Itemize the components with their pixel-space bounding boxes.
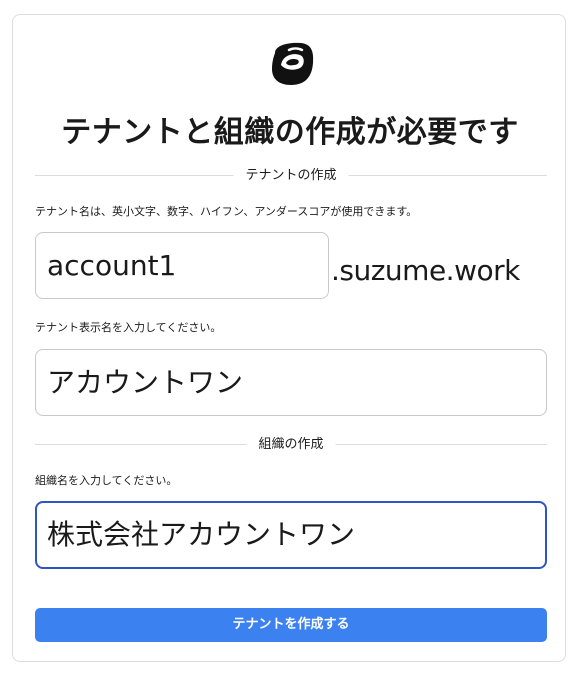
org-name-input[interactable]: 株式会社アカウントワン — [35, 501, 547, 569]
tenant-section-heading: テナントの作成 — [233, 165, 349, 187]
tenant-display-name-input[interactable]: アカウントワン — [35, 349, 547, 416]
org-section-heading: 組織の作成 — [246, 434, 336, 456]
setup-card: テナントと組織の作成が必要です テナントの作成 テナント名は、英小文字、数字、ハ… — [12, 14, 566, 662]
suzume-logo-icon — [272, 42, 314, 85]
org-section-divider: 組織の作成 — [35, 434, 547, 456]
page-title: テナントと組織の作成が必要です — [61, 115, 519, 150]
tenant-section-divider: テナントの作成 — [35, 165, 547, 187]
tenant-name-hint: テナント名は、英小文字、数字、ハイフン、アンダースコアが使用できます。 — [35, 205, 418, 218]
org-name-hint: 組織名を入力してください。 — [35, 474, 178, 487]
tenant-display-name-hint: テナント表示名を入力してください。 — [35, 321, 222, 334]
create-tenant-button[interactable]: テナントを作成する — [35, 608, 547, 642]
domain-suffix: .suzume.work — [331, 254, 520, 287]
tenant-name-input[interactable]: account1 — [35, 232, 329, 299]
